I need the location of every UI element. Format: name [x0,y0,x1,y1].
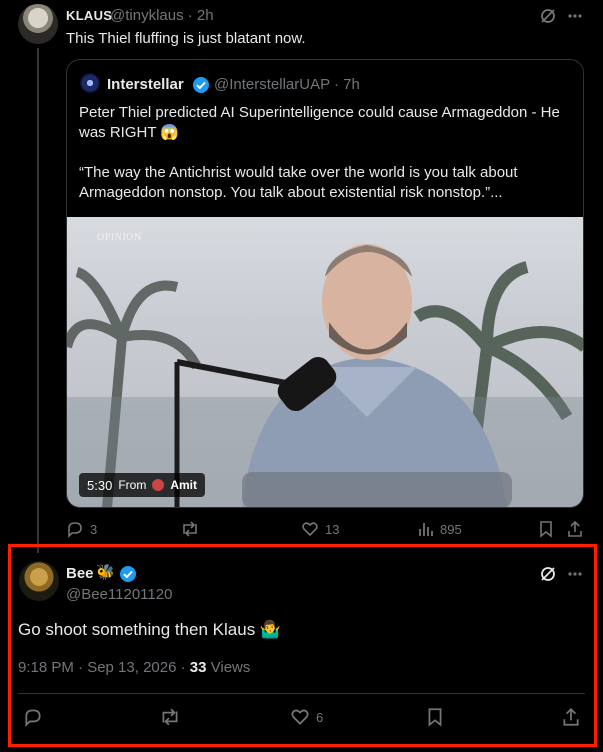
quoted-text-line: Peter Thiel predicted AI Superintelligen… [79,104,560,141]
avatar[interactable] [18,4,58,44]
tweet-handle-time[interactable]: @tinyklaus · 2h [110,7,214,24]
retweet-icon [162,708,178,726]
quoted-display-name[interactable]: Interstellar [107,76,184,93]
source-avatar-icon [152,479,165,491]
handle[interactable]: @Bee11201120 [66,586,172,603]
video-duration: 5:30 [87,477,113,493]
timestamp[interactable]: · 2h [188,7,214,24]
quoted-handle[interactable]: @InterstellarUAP · 7h [214,76,360,93]
quoted-tweet[interactable]: Interstellar @InterstellarUAP · 7h Peter… [66,59,584,508]
verified-icon [119,565,137,583]
views-button[interactable]: 895 [418,520,462,538]
video-source-user[interactable]: Amit [170,478,197,492]
reply-button[interactable] [23,707,43,727]
retweet-icon [183,521,197,537]
more-icon[interactable] [566,7,584,25]
verified-icon [192,76,210,94]
more-icon[interactable] [566,565,584,583]
quoted-avatar[interactable] [80,73,100,93]
grok-icon[interactable] [539,565,557,583]
reply-icon [25,709,41,727]
bookmark-button[interactable] [538,520,554,538]
retweet-button[interactable] [180,520,200,538]
thread-line [37,48,39,553]
share-icon [568,520,582,537]
share-icon [563,707,579,726]
views-count: 33 [189,659,207,676]
bookmark-button[interactable] [426,707,444,727]
avatar[interactable] [19,561,59,601]
like-icon [302,522,318,537]
like-count: 6 [316,709,324,725]
reply-icon [68,522,82,538]
reply-button[interactable]: 3 [66,520,97,538]
bookmark-icon [540,521,552,538]
bookmark-icon [428,708,442,727]
like-button[interactable]: 6 [290,707,323,727]
tweet-text: This Thiel fluffing is just blatant now. [66,30,306,47]
timestamp[interactable]: 9:18 PM · Sep 13, 2026 · [18,659,190,676]
retweet-button[interactable] [159,707,181,727]
reply-count: 3 [90,521,98,537]
share-button[interactable] [566,520,584,538]
video-watermark: OPINION [97,232,142,243]
tweet-meta: 9:18 PM · Sep 13, 2026 · 33 Views [18,659,250,676]
quoted-text-line: “The way the Antichrist would take over … [79,164,518,201]
video-from-label: From [118,478,147,492]
video-duration-badge: 5:30 From Amit [79,473,205,497]
like-button[interactable]: 13 [301,520,339,538]
grok-icon[interactable] [539,7,557,25]
display-name[interactable]: KLAUS [66,8,112,23]
bee-emoji: 🐝 [96,564,115,581]
like-count: 13 [325,521,340,537]
divider [18,693,585,694]
views-count: 895 [440,521,462,537]
display-name[interactable]: Bee [66,565,94,582]
views-icon [419,523,433,536]
handle[interactable]: @tinyklaus [110,7,184,24]
like-icon [291,709,309,725]
video-frame [67,244,583,507]
share-button[interactable] [561,707,581,727]
video-player[interactable]: OPINION 5:30 From Amit [67,217,583,507]
views-label: Views [206,659,251,676]
tweet-text: Go shoot something then Klaus 🤷‍♂️ [18,620,282,639]
